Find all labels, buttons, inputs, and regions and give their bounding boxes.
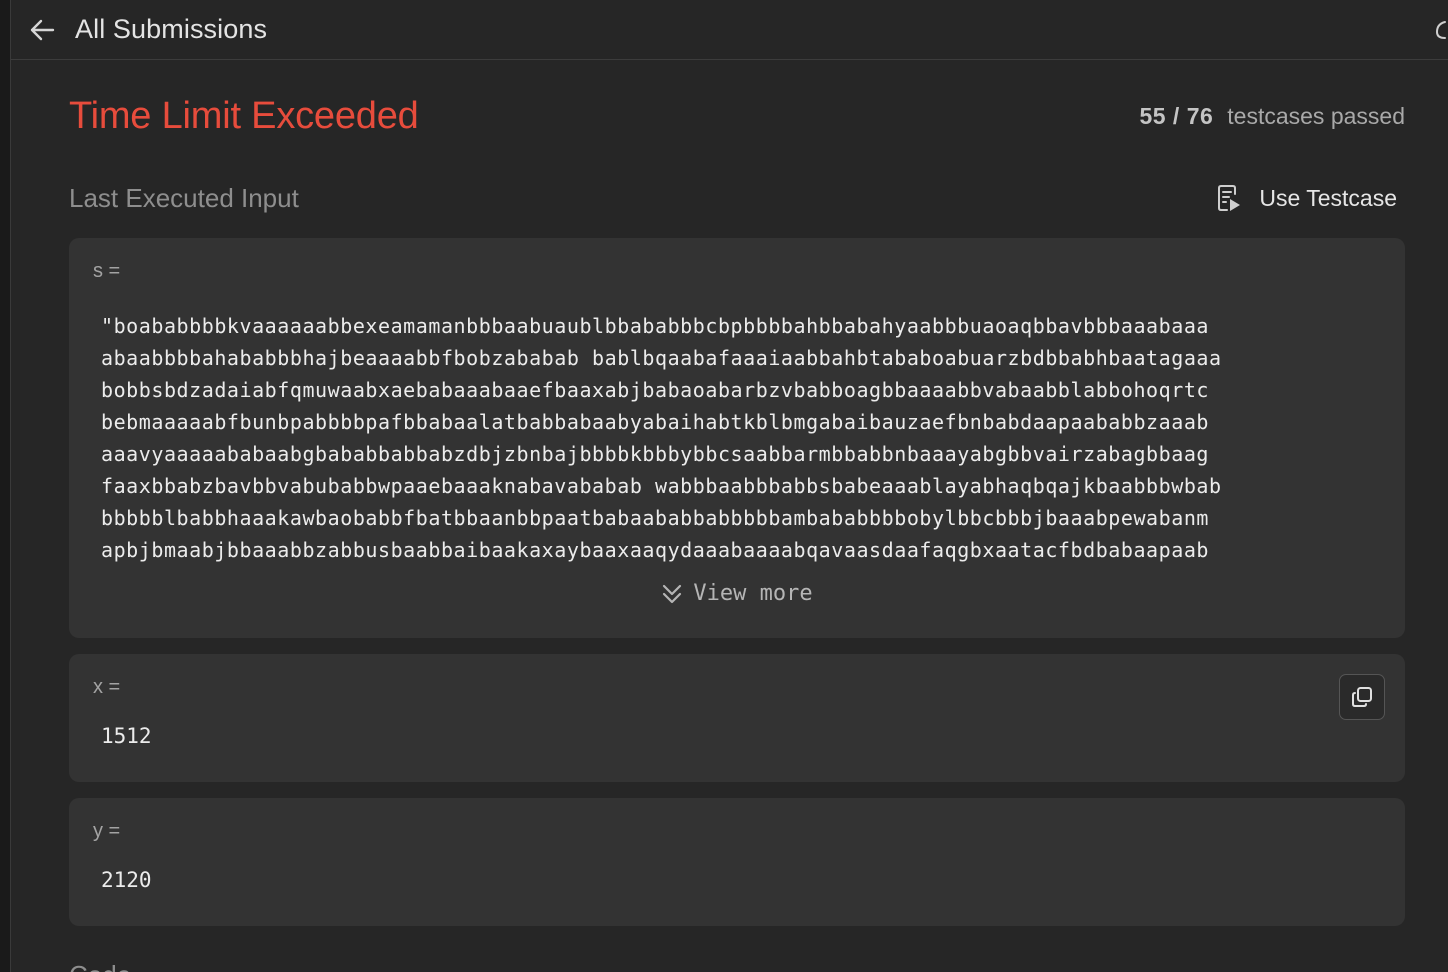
use-testcase-label: Use Testcase: [1259, 184, 1397, 211]
input-s-line: aaavyaaaaababaabgbababbabbabzdbjzbnbajbb…: [101, 442, 1210, 466]
copy-button[interactable]: [1339, 674, 1385, 720]
input-x-value[interactable]: 1512: [101, 724, 152, 748]
submission-panel: All Submissions Time Limit Exceeded 55 /…: [10, 0, 1448, 972]
double-chevron-down-icon: [663, 584, 682, 603]
input-x-card: x = 1512: [69, 654, 1405, 782]
input-s-value[interactable]: "boababbbbkvaaaaaabbexeamamanbbbaabuaubl…: [101, 310, 1222, 566]
view-more-label: View more: [693, 581, 813, 606]
input-s-line: abaabbbbahababbbhajbeaaaabbfbobzababab b…: [101, 346, 1222, 370]
arrow-left-icon: [30, 19, 55, 40]
result-status: Time Limit Exceeded: [69, 94, 419, 137]
partial-icon[interactable]: [1433, 18, 1448, 42]
copy-icon: [1352, 687, 1372, 707]
input-s-line: "boababbbbkvaaaaaabbexeamamanbbbaabuaubl…: [101, 314, 1210, 338]
last-input-label: Last Executed Input: [69, 182, 299, 213]
input-y-label: y =: [93, 820, 121, 842]
input-y-card: y = 2120: [69, 798, 1405, 926]
code-section-label: Code: [69, 960, 131, 972]
input-s-card: s = "boababbbbkvaaaaaabbexeamamanbbbaabu…: [69, 238, 1405, 638]
input-s-line: bbbbblbabbhaaakawbaobabbfbatbbaanbbpaatb…: [101, 506, 1210, 530]
back-to-submissions-button[interactable]: All Submissions: [27, 14, 267, 45]
input-s-line: bebmaaaaabfbunbpabbbbpafbbabaalatbabbaba…: [101, 410, 1210, 434]
last-input-header: Last Executed Input Use Testcase: [69, 176, 1405, 220]
testcases-count: 55 / 76: [1139, 102, 1214, 129]
use-testcase-icon: [1218, 185, 1241, 211]
view-more-button[interactable]: View more: [69, 581, 1405, 606]
result-row: Time Limit Exceeded 55 / 76 testcases pa…: [69, 88, 1405, 144]
input-s-line: bobbsbdzadaiabfqmuwaabxaebabaaabaaefbaax…: [101, 378, 1210, 402]
input-s-line: faaxbbabzbavbbvabubabbwpaaebaaaknabavaba…: [101, 474, 1222, 498]
input-x-label: x =: [93, 676, 121, 698]
input-s-line: apbjbmaabjbbaaabbzabbusbaabbaibaakaxayba…: [101, 538, 1210, 562]
testcases-passed: 55 / 76 testcases passed: [1139, 103, 1405, 130]
input-y-value[interactable]: 2120: [101, 868, 152, 892]
input-s-label: s =: [93, 260, 121, 282]
top-bar: All Submissions: [11, 0, 1448, 60]
testcases-suffix: testcases passed: [1227, 102, 1405, 129]
back-label: All Submissions: [75, 14, 268, 44]
use-testcase-button[interactable]: Use Testcase: [1215, 183, 1397, 213]
